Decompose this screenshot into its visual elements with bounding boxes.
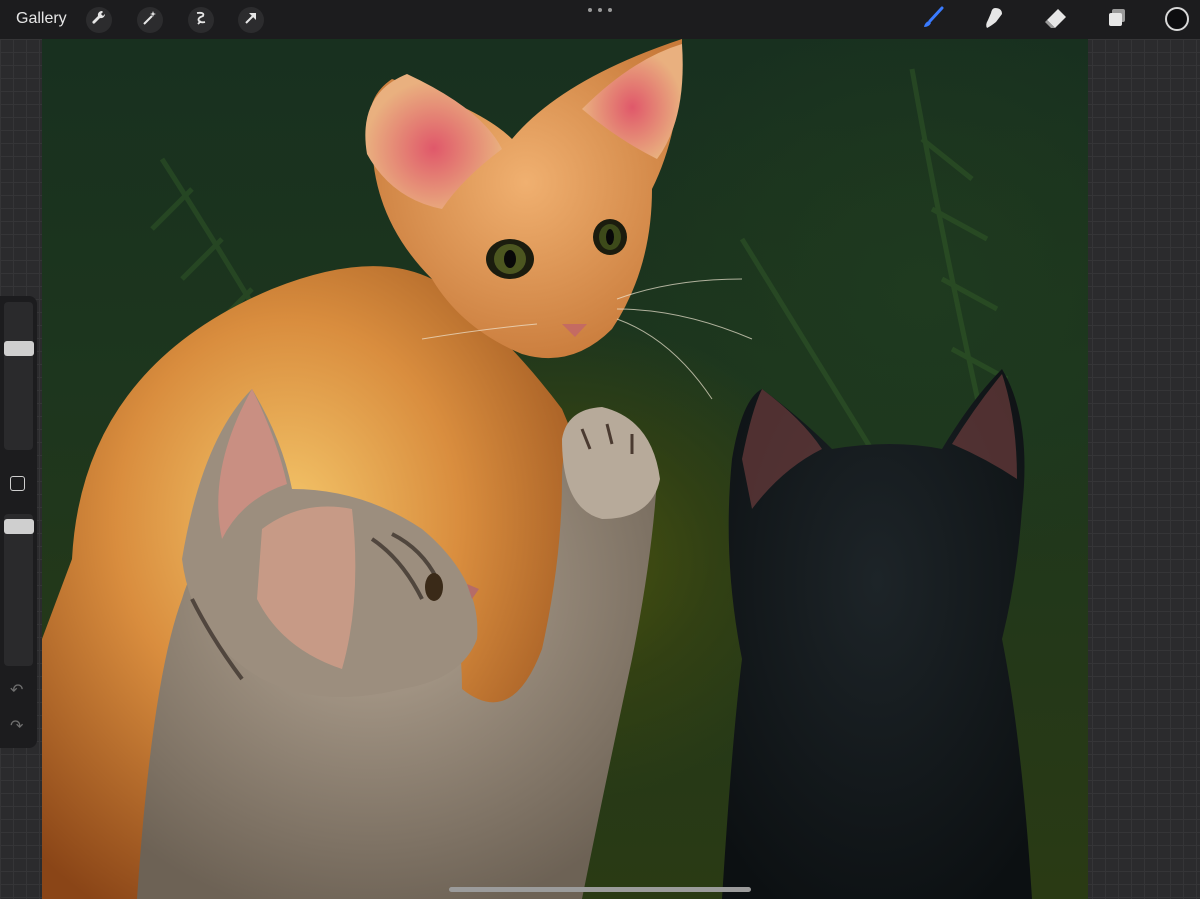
redo-icon[interactable]: ↷ bbox=[10, 716, 23, 736]
undo-icon[interactable]: ↶ bbox=[10, 680, 23, 700]
magic-wand-icon bbox=[142, 10, 158, 31]
smudge-tool-button[interactable] bbox=[980, 6, 1008, 34]
layers-button[interactable] bbox=[1103, 6, 1131, 34]
artwork-svg bbox=[42, 39, 1032, 899]
black-kitten bbox=[722, 369, 1032, 899]
wrench-icon bbox=[91, 10, 107, 31]
dot-icon bbox=[598, 8, 602, 12]
artwork-canvas[interactable] bbox=[42, 39, 1088, 899]
more-options-button[interactable] bbox=[588, 4, 612, 16]
actions-button[interactable] bbox=[86, 7, 112, 33]
top-toolbar: Gallery bbox=[0, 0, 1200, 39]
eraser-tool-button[interactable] bbox=[1042, 6, 1070, 34]
brush-tool-button[interactable] bbox=[919, 6, 947, 34]
adjustments-button[interactable] bbox=[137, 7, 163, 33]
dot-icon bbox=[608, 8, 612, 12]
home-indicator bbox=[449, 887, 751, 892]
opacity-slider-thumb[interactable] bbox=[4, 519, 34, 534]
selection-button[interactable] bbox=[188, 7, 214, 33]
eraser-icon bbox=[1043, 5, 1069, 36]
brush-size-slider[interactable] bbox=[4, 302, 33, 450]
gallery-button[interactable]: Gallery bbox=[16, 10, 67, 28]
modify-button[interactable] bbox=[10, 476, 25, 491]
dot-icon bbox=[588, 8, 592, 12]
brush-icon bbox=[920, 5, 946, 36]
brush-size-slider-thumb[interactable] bbox=[4, 340, 34, 356]
color-picker-button[interactable] bbox=[1165, 7, 1189, 31]
opacity-slider[interactable] bbox=[4, 514, 33, 666]
transform-arrow-icon bbox=[243, 10, 259, 31]
smudge-icon bbox=[981, 5, 1007, 36]
transform-button[interactable] bbox=[238, 7, 264, 33]
left-sidebar: ↶ ↷ bbox=[0, 296, 37, 748]
selection-icon bbox=[193, 10, 209, 31]
layers-icon bbox=[1105, 6, 1129, 35]
